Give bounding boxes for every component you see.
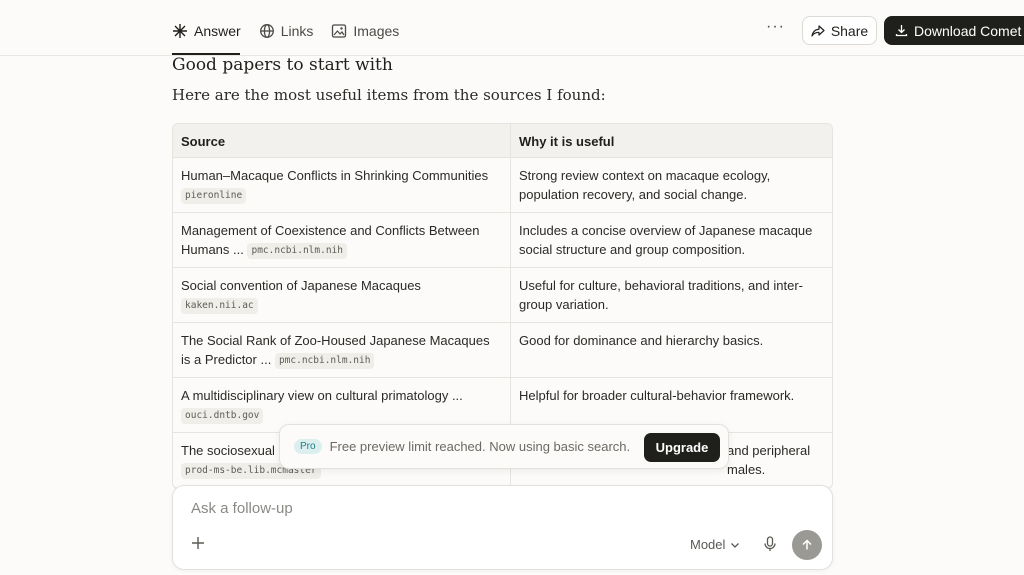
result-tabs: Answer Links Images: [172, 18, 399, 44]
header-why: Why it is useful: [519, 134, 615, 149]
source-title[interactable]: Social convention of Japanese Macaques: [181, 278, 421, 293]
source-cell: Human–Macaque Conflicts in Shrinking Com…: [173, 158, 511, 212]
image-icon: [332, 24, 347, 38]
header-source: Source: [173, 124, 511, 157]
add-attachment-button[interactable]: [191, 533, 205, 556]
why-cell: Good for dominance and hierarchy basics.: [519, 333, 764, 348]
model-selector[interactable]: Model: [690, 537, 740, 552]
pro-badge: Pro: [294, 439, 322, 454]
citation-badge[interactable]: pmc.ncbi.nlm.nih: [247, 242, 347, 259]
top-bar: Answer Links Images ··· Share Download C…: [0, 0, 1024, 56]
source-title[interactable]: The sociosexual: [181, 443, 275, 458]
model-label: Model: [690, 537, 726, 552]
more-options-button[interactable]: ···: [766, 18, 785, 36]
preview-limit-toast: Pro Free preview limit reached. Now usin…: [279, 424, 729, 469]
tab-answer-label: Answer: [194, 23, 241, 39]
table-row: The Social Rank of Zoo-Housed Japanese M…: [173, 323, 832, 378]
why-cell: Useful for culture, behavioral tradition…: [519, 278, 803, 312]
download-label: Download Comet: [914, 22, 1022, 39]
share-icon: [811, 24, 825, 37]
chevron-down-icon: [731, 542, 740, 548]
citation-badge[interactable]: pieronline: [181, 187, 247, 204]
citation-badge[interactable]: ouci.dntb.gov: [181, 407, 264, 424]
followup-box: Model: [172, 485, 833, 570]
followup-input[interactable]: [191, 500, 791, 517]
why-text: and peripheral males.: [727, 443, 811, 477]
voice-input-button[interactable]: [763, 536, 777, 557]
source-title[interactable]: Human–Macaque Conflicts in Shrinking Com…: [181, 168, 488, 183]
tab-images[interactable]: Images: [331, 18, 399, 44]
table-row: Management of Coexistence and Conflicts …: [173, 213, 832, 268]
share-button[interactable]: Share: [802, 16, 877, 45]
section-heading: Good papers to start with: [172, 55, 393, 75]
toast-message: Free preview limit reached. Now using ba…: [329, 439, 631, 454]
source-cell: Social convention of Japanese Macaques k…: [173, 268, 511, 322]
download-icon: [895, 25, 908, 37]
arrow-up-icon: [802, 539, 812, 550]
microphone-icon: [764, 536, 776, 551]
why-cell: Strong review context on macaque ecology…: [519, 168, 771, 202]
table-row: Social convention of Japanese Macaques k…: [173, 268, 832, 323]
source-cell: The Social Rank of Zoo-Housed Japanese M…: [173, 323, 511, 377]
globe-icon: [259, 24, 274, 38]
citation-badge[interactable]: pmc.ncbi.nlm.nih: [274, 352, 375, 369]
tab-images-label: Images: [353, 23, 400, 39]
citation-badge[interactable]: kaken.nii.ac: [181, 297, 258, 314]
table-header: Source Why it is useful: [173, 124, 832, 158]
tab-links-label: Links: [280, 23, 314, 39]
download-comet-button[interactable]: Download Comet: [884, 16, 1024, 45]
tab-links[interactable]: Links: [259, 18, 314, 44]
intro-text: Here are the most useful items from the …: [172, 86, 606, 104]
plus-icon: [192, 537, 204, 549]
share-label: Share: [830, 22, 869, 39]
source-title[interactable]: A multidisciplinary view on cultural pri…: [181, 388, 463, 403]
sparkle-icon: [173, 24, 187, 38]
source-cell: Management of Coexistence and Conflicts …: [173, 213, 511, 267]
why-cell: Includes a concise overview of Japanese …: [519, 223, 813, 257]
table-row: Human–Macaque Conflicts in Shrinking Com…: [173, 158, 832, 213]
send-button[interactable]: [792, 530, 822, 560]
tab-answer[interactable]: Answer: [172, 18, 241, 44]
upgrade-button[interactable]: Upgrade: [644, 433, 720, 462]
